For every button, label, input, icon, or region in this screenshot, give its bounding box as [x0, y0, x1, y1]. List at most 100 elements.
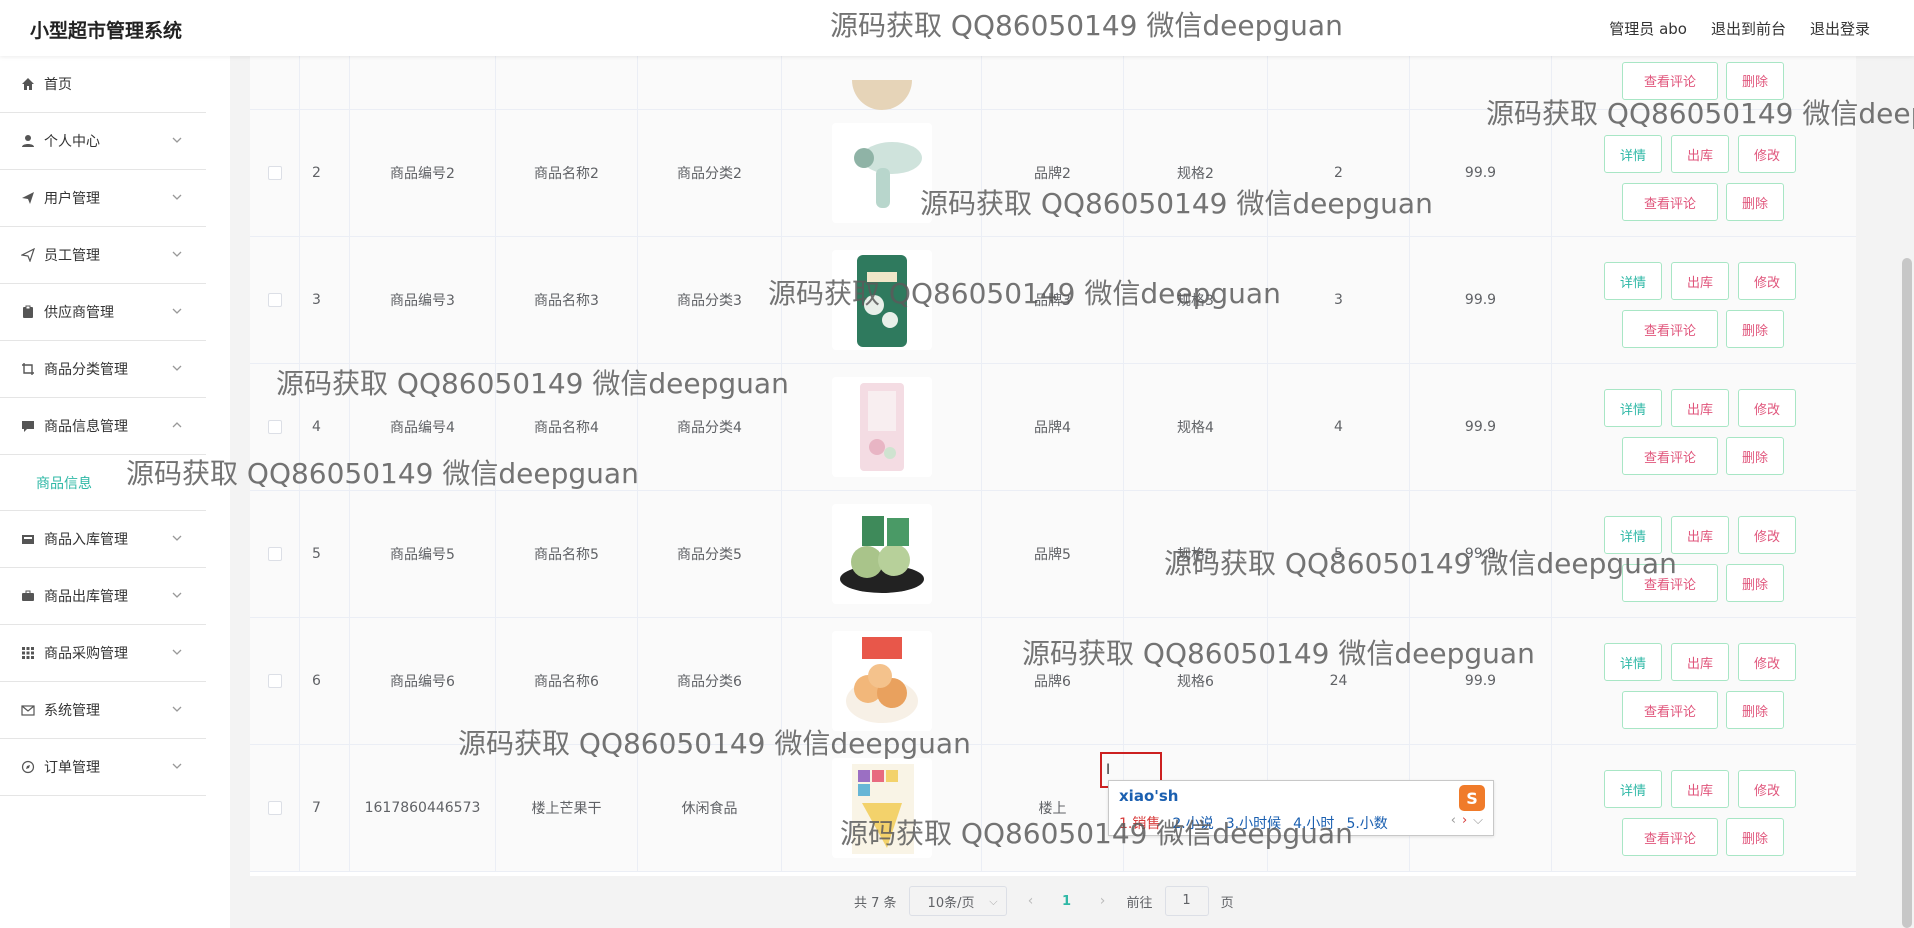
- row-qty: 5: [1268, 491, 1410, 617]
- product-image: [851, 79, 912, 110]
- detail-button[interactable]: 详情: [1604, 516, 1662, 554]
- view-reviews-button[interactable]: 查看评论: [1622, 818, 1718, 856]
- sidebar-item-users[interactable]: 用户管理: [0, 170, 206, 227]
- edit-button[interactable]: 修改: [1738, 135, 1796, 173]
- sidebar-item-stock-out[interactable]: 商品出库管理: [0, 568, 206, 625]
- view-reviews-button[interactable]: 查看评论: [1622, 437, 1718, 475]
- ime-candidate-window[interactable]: xiao'sh S 1.销售 2.小说 3.小时候 4.小时 5.小数 ‹ › …: [1108, 780, 1494, 836]
- sidebar-subitem-product-info[interactable]: 商品信息: [0, 455, 206, 511]
- ime-expand-icon[interactable]: ⌵: [1473, 813, 1483, 828]
- sidebar-item-profile[interactable]: 个人中心: [0, 113, 206, 170]
- row-actions: 详情 出库 修改 查看评论 删除: [1604, 504, 1804, 604]
- row-qty: 2: [1268, 110, 1410, 236]
- grid-icon: [20, 645, 36, 661]
- delete-button[interactable]: 删除: [1726, 691, 1784, 729]
- ime-candidate[interactable]: 2.小说: [1172, 813, 1213, 833]
- row-name: 商品名称6: [496, 618, 638, 744]
- sidebar-item-label: 商品采购管理: [44, 646, 128, 662]
- product-image: [831, 758, 932, 858]
- main-content: 查看评论 删除 2 商品编号2 商品名称2 商品分类2 品牌2 规格2 2 99…: [250, 40, 1856, 876]
- row-checkbox[interactable]: [267, 801, 282, 815]
- sidebar-item-system[interactable]: 系统管理: [0, 682, 206, 739]
- briefcase-icon: [20, 588, 36, 604]
- view-reviews-button[interactable]: 查看评论: [1622, 183, 1718, 221]
- row-name: 商品名称5: [496, 491, 638, 617]
- edit-button[interactable]: 修改: [1738, 389, 1796, 427]
- clipboard-icon: [20, 304, 36, 320]
- chevron-down-icon: [172, 592, 182, 598]
- table-row: 7 1617860446573 楼上芒果干 休闲食品 楼上 详情 出库 修改 查…: [250, 745, 1856, 872]
- row-checkbox[interactable]: [267, 674, 282, 688]
- edit-button[interactable]: 修改: [1738, 643, 1796, 681]
- row-checkbox[interactable]: [267, 547, 282, 561]
- paper-plane-icon: [20, 247, 36, 263]
- ime-candidate[interactable]: 3.小时候: [1226, 813, 1281, 833]
- detail-button[interactable]: 详情: [1604, 389, 1662, 427]
- row-checkbox[interactable]: [267, 420, 282, 434]
- view-reviews-button[interactable]: 查看评论: [1622, 691, 1718, 729]
- delete-button[interactable]: 删除: [1726, 61, 1784, 100]
- delete-button[interactable]: 删除: [1726, 818, 1784, 856]
- row-code: 商品编号4: [350, 364, 496, 490]
- sidebar-item-label: 系统管理: [44, 703, 100, 719]
- logout-link[interactable]: 退出登录: [1810, 18, 1870, 39]
- prev-page-button[interactable]: ‹: [1019, 893, 1043, 909]
- view-reviews-button[interactable]: 查看评论: [1622, 564, 1718, 602]
- sidebar-item-suppliers[interactable]: 供应商管理: [0, 284, 206, 341]
- table-row: 3 商品编号3 商品名称3 商品分类3 品牌3 规格3 3 99.9 详情 出库…: [250, 237, 1856, 364]
- row-checkbox[interactable]: [267, 166, 282, 180]
- scrollbar-thumb[interactable]: [1902, 258, 1912, 928]
- ime-prev-icon[interactable]: ‹: [1451, 813, 1456, 828]
- ime-candidate[interactable]: 4.小时: [1293, 813, 1334, 833]
- row-spec: 规格2: [1124, 110, 1268, 236]
- delete-button[interactable]: 删除: [1726, 310, 1784, 348]
- exit-to-frontend-link[interactable]: 退出到前台: [1711, 18, 1786, 39]
- row-price: 99.9: [1410, 491, 1552, 617]
- delete-button[interactable]: 删除: [1726, 437, 1784, 475]
- page-size-select[interactable]: 10条/页 ⌵: [908, 886, 1007, 916]
- sidebar-item-label: 供应商管理: [44, 305, 114, 321]
- detail-button[interactable]: 详情: [1604, 135, 1662, 173]
- edit-button[interactable]: 修改: [1738, 262, 1796, 300]
- stock-out-button[interactable]: 出库: [1671, 389, 1729, 427]
- ime-candidate[interactable]: 1.销售: [1119, 813, 1160, 833]
- sidebar-item-staff[interactable]: 员工管理: [0, 227, 206, 284]
- ime-next-icon[interactable]: ›: [1462, 813, 1467, 828]
- sidebar-item-orders[interactable]: 订单管理: [0, 739, 206, 796]
- row-name: 商品名称4: [496, 364, 638, 490]
- stock-out-button[interactable]: 出库: [1671, 262, 1729, 300]
- chevron-down-icon: [172, 308, 182, 314]
- row-checkbox[interactable]: [267, 293, 282, 307]
- next-page-button[interactable]: ›: [1091, 893, 1115, 909]
- edit-button[interactable]: 修改: [1738, 770, 1796, 808]
- stock-out-button[interactable]: 出库: [1671, 516, 1729, 554]
- detail-button[interactable]: 详情: [1604, 770, 1662, 808]
- detail-button[interactable]: 详情: [1604, 262, 1662, 300]
- sidebar-item-categories[interactable]: 商品分类管理: [0, 341, 206, 398]
- sidebar-item-stock-in[interactable]: 商品入库管理: [0, 511, 206, 568]
- product-image: [831, 631, 932, 731]
- mail-icon: [20, 702, 36, 718]
- goto-page-input[interactable]: 1: [1164, 886, 1209, 916]
- sidebar-item-product-info[interactable]: 商品信息管理: [0, 398, 206, 455]
- user-icon: [20, 133, 36, 149]
- stock-out-button[interactable]: 出库: [1671, 135, 1729, 173]
- sidebar-item-home[interactable]: 首页: [0, 56, 206, 113]
- ime-nav: ‹ › ⌵: [1451, 813, 1483, 828]
- delete-button[interactable]: 删除: [1726, 183, 1784, 221]
- sidebar-item-label: 订单管理: [44, 760, 100, 776]
- sidebar-item-label: 首页: [44, 77, 72, 93]
- page-number-current[interactable]: 1: [1055, 894, 1079, 909]
- view-reviews-button[interactable]: 查看评论: [1622, 310, 1718, 348]
- edit-button[interactable]: 修改: [1738, 516, 1796, 554]
- detail-button[interactable]: 详情: [1604, 643, 1662, 681]
- sidebar-item-purchase[interactable]: 商品采购管理: [0, 625, 206, 682]
- stock-out-button[interactable]: 出库: [1671, 643, 1729, 681]
- compass-icon: [20, 759, 36, 775]
- delete-button[interactable]: 删除: [1726, 564, 1784, 602]
- sidebar-item-label: 个人中心: [44, 134, 100, 150]
- stock-out-button[interactable]: 出库: [1671, 770, 1729, 808]
- pagination-total: 共 7 条: [854, 895, 897, 911]
- view-reviews-button[interactable]: 查看评论: [1622, 61, 1718, 100]
- ime-candidate[interactable]: 5.小数: [1346, 813, 1387, 833]
